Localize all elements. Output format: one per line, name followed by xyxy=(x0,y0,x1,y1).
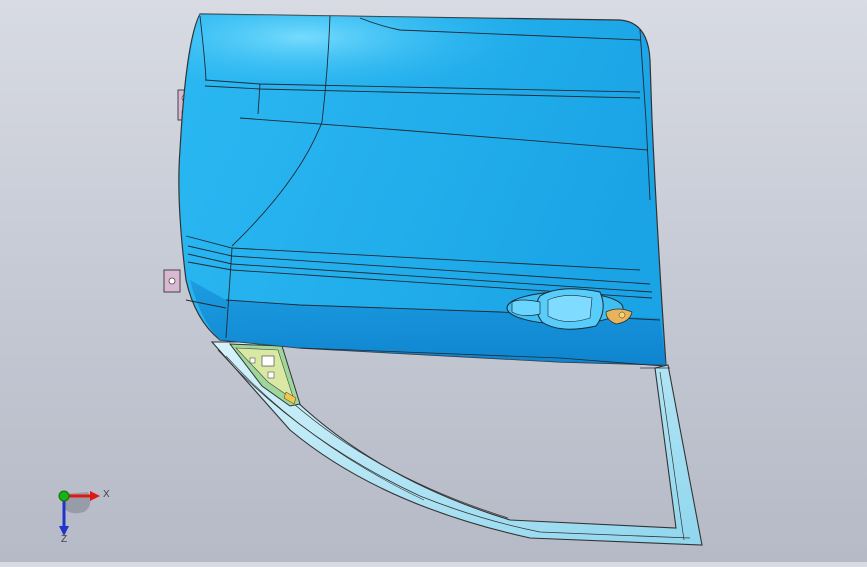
lower-hinge[interactable] xyxy=(163,269,181,293)
x-axis-label: X xyxy=(103,489,110,500)
z-axis-label: Z xyxy=(61,534,68,545)
door-model[interactable] xyxy=(0,0,867,562)
y-axis-dot xyxy=(58,490,70,502)
graphics-viewport[interactable]: X Z xyxy=(0,0,867,562)
orientation-triad: X Z xyxy=(44,480,114,545)
